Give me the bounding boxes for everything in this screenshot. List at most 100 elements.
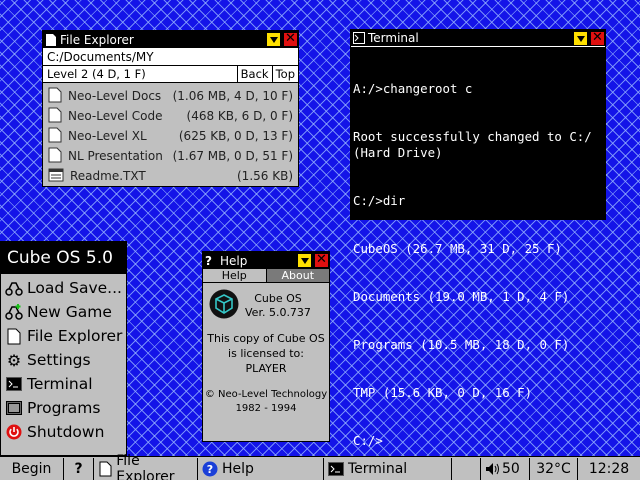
item-info: (468 KB, 6 D, 0 F) (186, 109, 293, 123)
back-button[interactable]: Back (236, 66, 272, 82)
close-button[interactable]: ✕ (283, 32, 298, 47)
menu-item-label: Settings (27, 351, 91, 369)
item-name: NL Presentation (68, 149, 163, 163)
new-game-icon (5, 303, 23, 321)
menu-item-terminal[interactable]: Terminal (1, 372, 126, 396)
version-number: Ver. 5.0.737 (245, 306, 311, 319)
help-quick-label: ? (74, 460, 83, 477)
cube-logo-icon (209, 289, 239, 323)
list-item[interactable]: Readme.TXT (1.56 KB) (43, 166, 298, 186)
start-menu-title: Cube OS 5.0 (1, 242, 126, 274)
product-name: Cube OS (254, 292, 302, 305)
file-explorer-icon (5, 327, 23, 345)
item-name: Neo-Level XL (68, 129, 147, 143)
begin-button[interactable]: Begin (0, 457, 64, 480)
path-field[interactable]: C:/Documents/MY (43, 48, 298, 66)
begin-label: Begin (11, 460, 52, 477)
level-label: Level 2 (4 D, 1 F) (47, 67, 146, 81)
task-help[interactable]: ? Help (198, 457, 324, 480)
volume-value: 50 (502, 460, 520, 477)
svg-text:?: ? (207, 463, 213, 476)
list-item[interactable]: Neo-Level Code (468 KB, 6 D, 0 F) (43, 106, 298, 126)
file-explorer-titlebar[interactable]: File Explorer ✕ (43, 31, 298, 48)
programs-icon (5, 399, 23, 417)
folder-icon (48, 147, 62, 166)
menu-item-shutdown[interactable]: Shutdown (1, 420, 126, 444)
folder-icon (48, 107, 62, 126)
temperature-display: 32°C (530, 457, 578, 480)
menu-item-file-explorer[interactable]: File Explorer (1, 324, 126, 348)
menu-item-settings[interactable]: ⚙ Settings (1, 348, 126, 372)
help-tabs: Help About (203, 269, 329, 283)
terminal-window[interactable]: Terminal ✕ A:/>changeroot c Root success… (350, 29, 606, 448)
menu-item-label: File Explorer (27, 327, 123, 345)
clock-value: 12:28 (588, 460, 630, 477)
item-info: (1.67 MB, 0 D, 51 F) (172, 149, 293, 163)
close-button[interactable]: ✕ (590, 31, 605, 46)
terminal-prompt[interactable]: C:/> (353, 433, 603, 449)
terminal-line: TMP (15.6 KB, 0 D, 16 F) (353, 385, 533, 400)
task-label: Terminal (348, 460, 408, 477)
menu-item-programs[interactable]: Programs (1, 396, 126, 420)
speaker-icon (485, 461, 501, 477)
minimize-button[interactable] (297, 253, 312, 268)
menu-item-label: Programs (27, 399, 101, 417)
item-name: Neo-Level Code (68, 109, 163, 123)
copyright-block: © Neo-Level Technology 1982 - 1994 (203, 388, 329, 416)
file-list: Neo-Level Docs (1.06 MB, 4 D, 10 F) Neo-… (43, 83, 298, 186)
menu-item-label: Terminal (27, 375, 93, 393)
start-menu[interactable]: Cube OS 5.0 Load Save... New Game File E… (0, 241, 127, 456)
close-button[interactable]: ✕ (314, 253, 329, 268)
help-icon: ? (205, 253, 212, 268)
help-quick-button[interactable]: ? (64, 457, 94, 480)
terminal-output[interactable]: A:/>changeroot c Root successfully chang… (351, 47, 605, 480)
help-window[interactable]: ? Help ✕ Help About Cube OS Ver. 5.0.737… (202, 251, 330, 442)
file-explorer-window[interactable]: File Explorer ✕ C:/Documents/MY Level 2 … (42, 30, 299, 187)
terminal-line: C:/>dir (353, 193, 406, 208)
list-item[interactable]: NL Presentation (1.67 MB, 0 D, 51 F) (43, 146, 298, 166)
file-icon (45, 33, 57, 46)
license-block: This copy of Cube OS is licensed to: PLA… (203, 331, 329, 376)
menu-item-load-save[interactable]: Load Save... (1, 276, 126, 300)
menu-item-label: New Game (27, 303, 112, 321)
power-icon (5, 423, 23, 441)
item-info: (1.06 MB, 4 D, 10 F) (172, 89, 293, 103)
top-button[interactable]: Top (271, 66, 298, 82)
help-icon: ? (202, 461, 218, 477)
task-label: Help (222, 460, 254, 477)
license-text: This copy of Cube OS is licensed to: (207, 332, 325, 360)
terminal-line: Programs (10.5 MB, 18 D, 0 F) (353, 337, 570, 352)
folder-icon (48, 87, 62, 106)
task-terminal[interactable]: Terminal (324, 457, 452, 480)
copyright-years: 1982 - 1994 (235, 403, 297, 414)
window-title: File Explorer (60, 32, 134, 47)
list-item[interactable]: Neo-Level Docs (1.06 MB, 4 D, 10 F) (43, 86, 298, 106)
text-file-icon (48, 168, 64, 185)
terminal-line: Documents (19.0 MB, 1 D, 4 F) (353, 289, 570, 304)
task-file-explorer[interactable]: File Explorer (94, 453, 198, 480)
terminal-icon (5, 375, 23, 393)
load-save-icon (5, 279, 23, 297)
minimize-button[interactable] (573, 31, 588, 46)
menu-item-label: Load Save... (27, 279, 122, 297)
menu-item-new-game[interactable]: New Game (1, 300, 126, 324)
help-titlebar[interactable]: ? Help ✕ (203, 252, 329, 269)
terminal-icon (353, 32, 365, 44)
volume-control[interactable]: 50 (480, 457, 530, 480)
terminal-titlebar[interactable]: Terminal ✕ (351, 30, 605, 47)
level-bar: Level 2 (4 D, 1 F) Back Top (43, 66, 298, 83)
copyright-text: © Neo-Level Technology (204, 389, 328, 400)
list-item[interactable]: Neo-Level XL (625 KB, 0 D, 13 F) (43, 126, 298, 146)
window-title: Terminal (368, 31, 419, 45)
terminal-line: A:/>changeroot c (353, 81, 473, 96)
tab-help[interactable]: Help (203, 269, 266, 282)
clock: 12:28 (578, 458, 640, 480)
file-icon (98, 461, 112, 477)
licensee: PLAYER (245, 362, 287, 375)
menu-item-label: Shutdown (27, 423, 105, 441)
minimize-button[interactable] (266, 32, 281, 47)
terminal-icon (328, 461, 344, 477)
item-info: (1.56 KB) (237, 169, 293, 183)
terminal-line: CubeOS (26.7 MB, 31 D, 25 F) (353, 241, 562, 256)
tab-about[interactable]: About (265, 269, 329, 282)
